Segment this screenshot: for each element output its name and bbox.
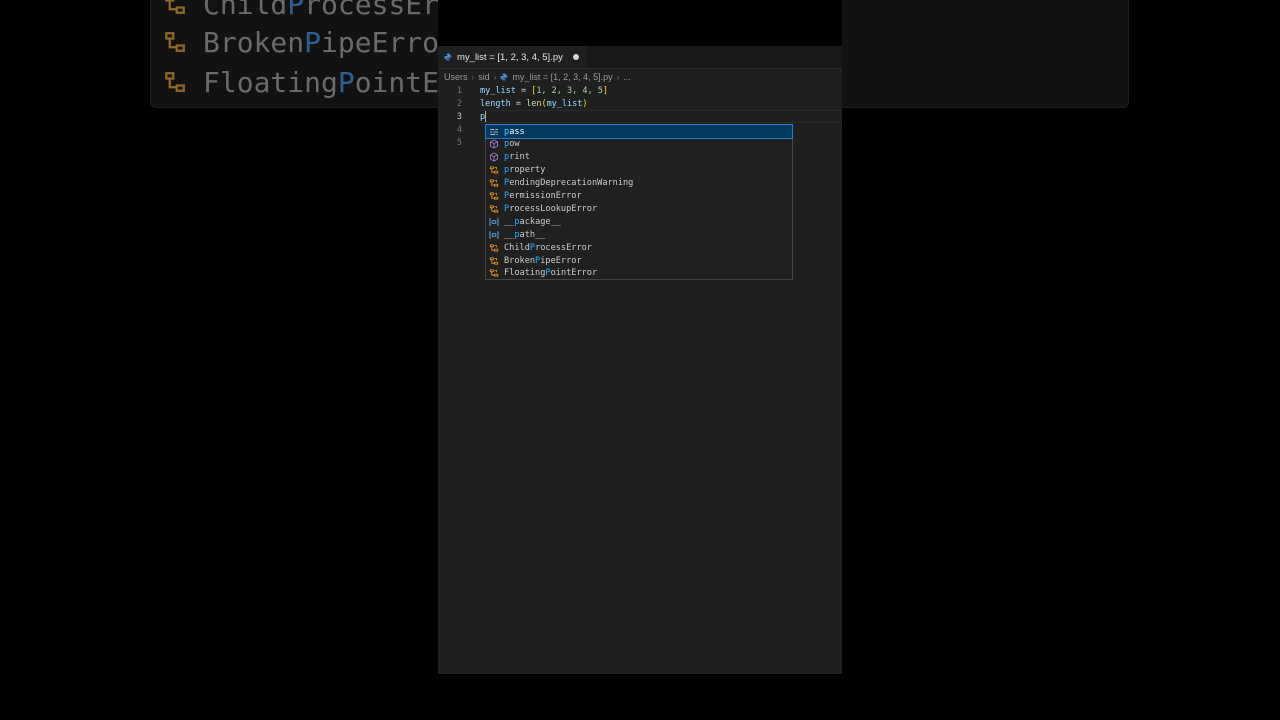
autocomplete-suggestions: pass pow print property PendingDeprecationWa… <box>485 124 793 280</box>
suggestion-label: PendingDeprecationWarning <box>504 178 634 189</box>
suggestion-item[interactable]: property <box>486 164 792 177</box>
breadcrumb-item[interactable]: Users <box>444 72 468 82</box>
code-line[interactable]: 1 my_list = [1, 2, 3, 4, 5] <box>438 84 842 97</box>
class-icon <box>489 191 499 201</box>
chevron-right-icon: › <box>493 72 497 82</box>
breadcrumb: Users › sid › my_list = [1, 2, 3, 4, 5].… <box>444 71 631 83</box>
suggestion-label: FloatingPointError <box>504 268 598 279</box>
line-number: 1 <box>456 85 462 96</box>
method-icon <box>489 139 499 149</box>
suggestion-item[interactable]: pow <box>486 138 792 151</box>
line-number: 3 <box>456 111 462 122</box>
code-editor: my_list = [1, 2, 3, 4, 5].py Users › sid… <box>438 0 842 674</box>
suggestion-label: ProcessLookupError <box>504 203 598 214</box>
class-icon <box>489 256 499 266</box>
suggestion-item[interactable]: PermissionError <box>486 190 792 203</box>
class-icon <box>489 268 499 278</box>
suggestion-item[interactable]: __package__ <box>486 215 792 228</box>
text-cursor <box>485 111 487 122</box>
bg-row: Child ProcessErr <box>161 0 456 24</box>
line-number: 5 <box>456 137 462 148</box>
class-icon <box>165 32 185 52</box>
suggestion-label: PermissionError <box>504 191 582 201</box>
python-file-icon <box>444 53 452 61</box>
class-icon <box>165 72 185 92</box>
suggestion-item[interactable]: pass <box>485 124 793 139</box>
suggestion-item[interactable]: ChildProcessError <box>486 241 792 254</box>
suggestion-item[interactable]: PendingDeprecationWarning <box>486 177 792 190</box>
bg-row: Floating PointEr <box>161 62 456 102</box>
tab-title: my_list = [1, 2, 3, 4, 5].py <box>457 51 563 63</box>
breadcrumb-item[interactable]: ... <box>623 72 631 82</box>
variable-icon <box>489 217 499 227</box>
variable-icon <box>489 230 499 240</box>
line-number: 4 <box>456 124 462 135</box>
suggestion-label: BrokenPipeError <box>504 255 582 266</box>
chevron-right-icon: › <box>616 72 620 82</box>
keyword-icon <box>489 127 499 137</box>
python-file-icon <box>500 73 508 81</box>
suggestion-label: __path__ <box>504 229 546 240</box>
suggestion-label: print <box>504 152 530 163</box>
chevron-right-icon: › <box>471 72 475 82</box>
suggestion-item[interactable]: FloatingPointError <box>486 267 792 280</box>
code-line[interactable]: 2 length = len(my_list) <box>438 97 842 110</box>
suggestion-label: property <box>504 165 546 176</box>
suggestion-label: ChildProcessError <box>504 242 592 253</box>
unsaved-dot-icon[interactable] <box>572 54 579 60</box>
class-icon <box>489 243 499 253</box>
suggestion-label: __package__ <box>504 216 561 227</box>
bg-row: Broken PipeError <box>161 22 456 62</box>
breadcrumb-item[interactable]: my_list = [1, 2, 3, 4, 5].py <box>512 72 612 82</box>
class-icon <box>489 165 499 175</box>
suggestion-label: pass <box>504 126 525 137</box>
suggestion-item[interactable]: __path__ <box>486 228 792 241</box>
code-line[interactable]: 3 p <box>438 110 842 123</box>
editor-tab[interactable]: my_list = [1, 2, 3, 4, 5].py <box>438 46 587 68</box>
tab-bar: my_list = [1, 2, 3, 4, 5].py <box>438 46 842 69</box>
class-icon <box>489 178 499 188</box>
breadcrumb-item[interactable]: sid <box>478 72 490 82</box>
method-icon <box>489 152 499 162</box>
suggestion-item[interactable]: print <box>486 151 792 164</box>
suggestion-item[interactable]: BrokenPipeError <box>486 254 792 267</box>
line-number: 2 <box>456 98 462 109</box>
class-icon <box>165 0 185 14</box>
suggestion-label: pow <box>504 139 520 150</box>
suggestion-item[interactable]: ProcessLookupError <box>486 202 792 215</box>
class-icon <box>489 204 499 214</box>
